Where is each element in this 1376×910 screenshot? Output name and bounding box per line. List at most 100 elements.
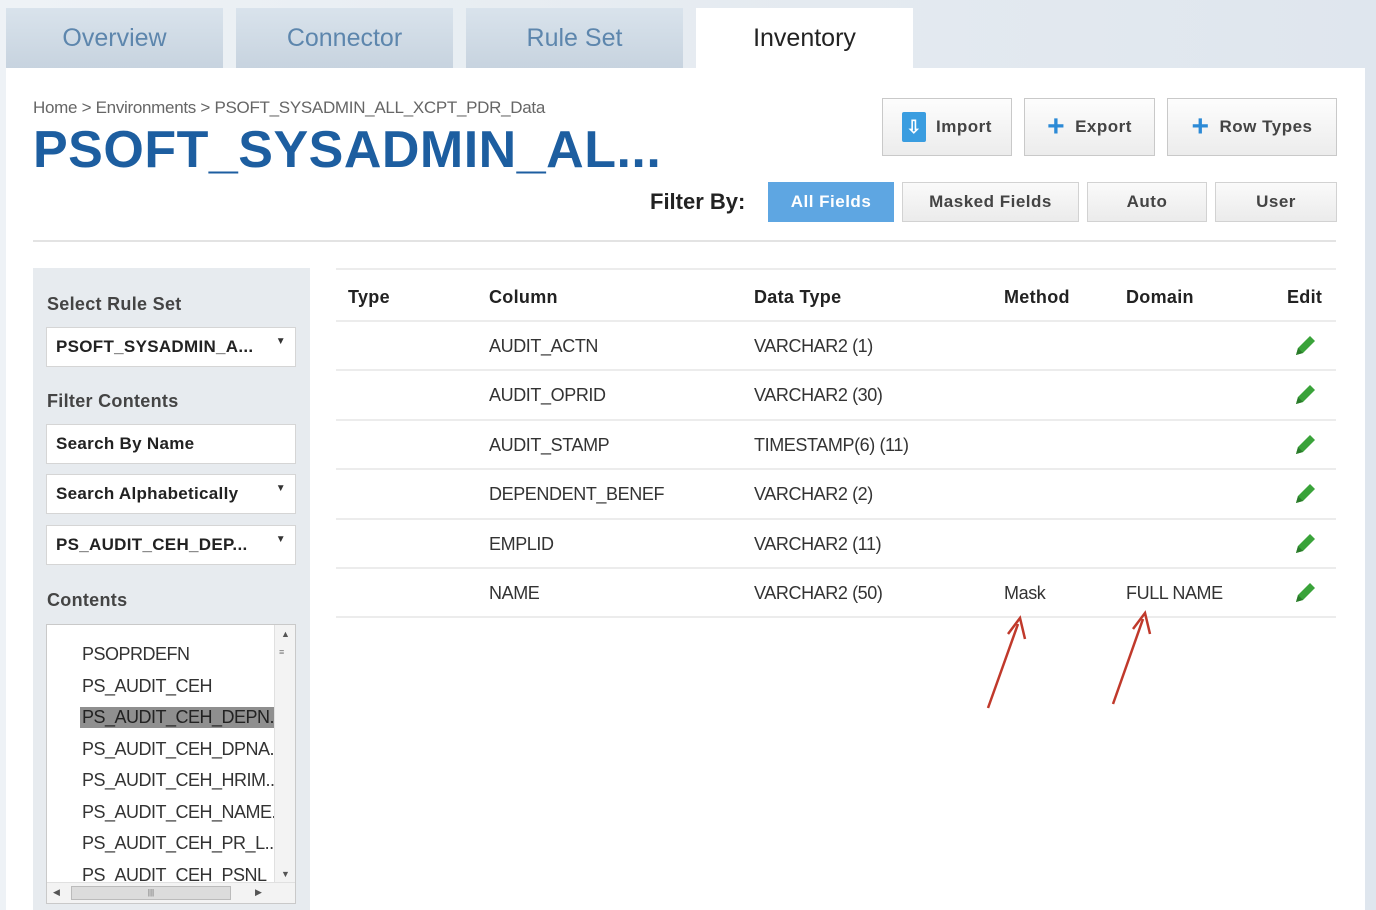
method-arrow bbox=[986, 623, 1020, 709]
cell-column: NAME bbox=[489, 582, 540, 603]
contents-item-label: PS_AUDIT_CEH_DPNA.. bbox=[82, 738, 275, 759]
inventory-panel: Home > Environments > PSOFT_SYSADMIN_ALL… bbox=[6, 68, 1365, 910]
row-types-label: Row Types bbox=[1219, 117, 1313, 136]
table-row: AUDIT_STAMP TIMESTAMP(6) (11) bbox=[336, 421, 1336, 471]
scroll-thumb[interactable]: ||| bbox=[71, 886, 231, 900]
contents-item[interactable]: PSOPRDEFN bbox=[47, 639, 275, 671]
filter-all-fields-button[interactable]: All Fields bbox=[768, 182, 894, 222]
contents-item[interactable]: PS_AUDIT_CEH_HRIM... bbox=[47, 765, 275, 797]
filter-by-label: Filter By: bbox=[650, 189, 746, 214]
header-domain: Domain bbox=[1126, 287, 1194, 307]
pencil-edit-icon[interactable] bbox=[1292, 382, 1318, 408]
table-header: Type Column Data Type Method Domain Edit bbox=[336, 268, 1336, 322]
import-label: Import bbox=[936, 117, 992, 136]
contents-list: PSOPRDEFN PS_AUDIT_CEH PS_AUDIT_CEH_DEPN..… bbox=[47, 639, 275, 891]
breadcrumb-home[interactable]: Home bbox=[33, 98, 77, 117]
import-icon: ⇩ bbox=[902, 112, 927, 142]
rule-set-value: PSOFT_SYSADMIN_A... bbox=[56, 337, 254, 356]
method-arrow-head bbox=[1007, 615, 1027, 640]
sidebar: Select Rule Set PSOFT_SYSADMIN_A... ▼ Fi… bbox=[33, 268, 310, 910]
cell-data-type: VARCHAR2 (50) bbox=[754, 582, 883, 603]
export-label: Export bbox=[1075, 117, 1132, 136]
chevron-down-icon: ▼ bbox=[275, 336, 286, 347]
contents-item-label: PS_AUDIT_CEH_PR_L... bbox=[82, 833, 275, 854]
cell-domain: FULL NAME bbox=[1126, 582, 1223, 603]
cell-method: Mask bbox=[1004, 582, 1046, 603]
header-type: Type bbox=[348, 287, 390, 307]
cell-data-type: VARCHAR2 (2) bbox=[754, 484, 873, 505]
pencil-edit-icon[interactable] bbox=[1292, 481, 1318, 507]
contents-item-label: PS_AUDIT_CEH_DEPN.. bbox=[80, 707, 275, 729]
contents-item-label: PS_AUDIT_CEH bbox=[82, 675, 213, 696]
vertical-scrollbar[interactable]: ▲ ≡ ▼ bbox=[274, 625, 295, 883]
table-row: NAME VARCHAR2 (50) Mask FULL NAME bbox=[336, 569, 1336, 619]
cell-data-type: VARCHAR2 (1) bbox=[754, 336, 873, 356]
cell-column: DEPENDENT_BENEF bbox=[489, 484, 665, 505]
header-data-type: Data Type bbox=[754, 287, 842, 307]
contents-item[interactable]: PS_AUDIT_CEH_PR_L... bbox=[47, 828, 275, 860]
breadcrumb-separator: > bbox=[77, 98, 96, 117]
breadcrumb-environments[interactable]: Environments bbox=[96, 98, 197, 117]
filter-user-button[interactable]: User bbox=[1215, 182, 1337, 222]
tab-connector[interactable]: Connector bbox=[236, 8, 453, 68]
page-title: PSOFT_SYSADMIN_AL... bbox=[33, 121, 662, 179]
tab-rule-set[interactable]: Rule Set bbox=[466, 8, 683, 68]
table-row: DEPENDENT_BENEF VARCHAR2 (2) bbox=[336, 470, 1336, 520]
tab-bar: Overview Connector Rule Set Inventory bbox=[6, 8, 926, 68]
contents-item[interactable]: PS_AUDIT_CEH bbox=[47, 671, 275, 703]
table-body: AUDIT_ACTN VARCHAR2 (1) AUDIT_OPRID VARCHAR… bbox=[336, 322, 1336, 619]
contents-item[interactable]: PS_AUDIT_CEH_NAME. bbox=[47, 797, 275, 829]
search-alphabetically-select[interactable]: Search Alphabetically ▼ bbox=[46, 474, 296, 514]
tab-overview[interactable]: Overview bbox=[6, 8, 223, 68]
pencil-edit-icon[interactable] bbox=[1292, 580, 1318, 606]
scroll-right-icon[interactable]: ▶ bbox=[255, 887, 262, 898]
scroll-left-icon[interactable]: ◀ bbox=[53, 887, 60, 898]
breadcrumb-separator: > bbox=[195, 98, 215, 117]
table-select[interactable]: PS_AUDIT_CEH_DEP... ▼ bbox=[46, 525, 296, 565]
import-button[interactable]: ⇩ Import bbox=[882, 98, 1012, 156]
header-edit: Edit bbox=[1287, 287, 1323, 307]
select-rule-set-label: Select Rule Set bbox=[47, 294, 182, 314]
breadcrumb-current: PSOFT_SYSADMIN_ALL_XCPT_PDR_Data bbox=[214, 98, 545, 117]
breadcrumb: Home > Environments > PSOFT_SYSADMIN_ALL… bbox=[33, 98, 545, 118]
rule-set-select[interactable]: PSOFT_SYSADMIN_A... ▼ bbox=[46, 327, 296, 367]
chevron-down-icon: ▼ bbox=[275, 534, 286, 545]
table-row: AUDIT_OPRID VARCHAR2 (30) bbox=[336, 371, 1336, 421]
header-divider bbox=[33, 240, 1336, 242]
row-types-button[interactable]: + Row Types bbox=[1167, 98, 1337, 156]
cell-column: EMPLID bbox=[489, 533, 554, 554]
search-by-name-input[interactable]: Search By Name bbox=[46, 424, 296, 464]
pencil-edit-icon[interactable] bbox=[1292, 531, 1318, 557]
header-column: Column bbox=[489, 287, 558, 307]
cell-data-type: VARCHAR2 (30) bbox=[754, 385, 883, 406]
contents-item-label: PSOPRDEFN bbox=[82, 644, 190, 665]
table-value: PS_AUDIT_CEH_DEP... bbox=[56, 535, 248, 554]
filter-masked-fields-button[interactable]: Masked Fields bbox=[902, 182, 1079, 222]
cell-column: AUDIT_ACTN bbox=[489, 336, 599, 356]
filter-auto-button[interactable]: Auto bbox=[1087, 182, 1207, 222]
alpha-value: Search Alphabetically bbox=[56, 484, 239, 503]
pencil-edit-icon[interactable] bbox=[1292, 432, 1318, 458]
chevron-down-icon: ▼ bbox=[275, 483, 286, 494]
header-method: Method bbox=[1004, 287, 1070, 307]
table-row: EMPLID VARCHAR2 (11) bbox=[336, 520, 1336, 569]
contents-label: Contents bbox=[47, 590, 128, 610]
contents-item[interactable]: PS_AUDIT_CEH_DPNA.. bbox=[47, 734, 275, 766]
contents-item[interactable]: PS_AUDIT_CEH_DEPN.. bbox=[47, 702, 275, 734]
inventory-table: Type Column Data Type Method Domain Edit… bbox=[336, 268, 1336, 619]
contents-listbox[interactable]: PSOPRDEFN PS_AUDIT_CEH PS_AUDIT_CEH_DEPN..… bbox=[46, 624, 296, 904]
plus-icon: + bbox=[1191, 110, 1210, 143]
export-button[interactable]: + Export bbox=[1024, 98, 1155, 156]
cell-column: AUDIT_STAMP bbox=[489, 434, 610, 455]
table-row: AUDIT_ACTN VARCHAR2 (1) bbox=[336, 322, 1336, 372]
tab-inventory[interactable]: Inventory bbox=[696, 8, 913, 68]
scroll-down-icon[interactable]: ▼ bbox=[281, 869, 290, 879]
scroll-up-icon[interactable]: ▲ bbox=[281, 629, 290, 639]
cell-data-type: TIMESTAMP(6) (11) bbox=[754, 434, 909, 455]
cell-data-type: VARCHAR2 (11) bbox=[754, 533, 882, 554]
horizontal-scrollbar[interactable]: ◀ ||| ▶ bbox=[47, 882, 295, 903]
scroll-grip-icon[interactable]: ≡ bbox=[279, 647, 291, 659]
contents-item-label: PS_AUDIT_CEH_NAME. bbox=[82, 801, 275, 822]
pencil-edit-icon[interactable] bbox=[1292, 333, 1318, 359]
contents-item-label: PS_AUDIT_CEH_HRIM... bbox=[82, 770, 275, 791]
